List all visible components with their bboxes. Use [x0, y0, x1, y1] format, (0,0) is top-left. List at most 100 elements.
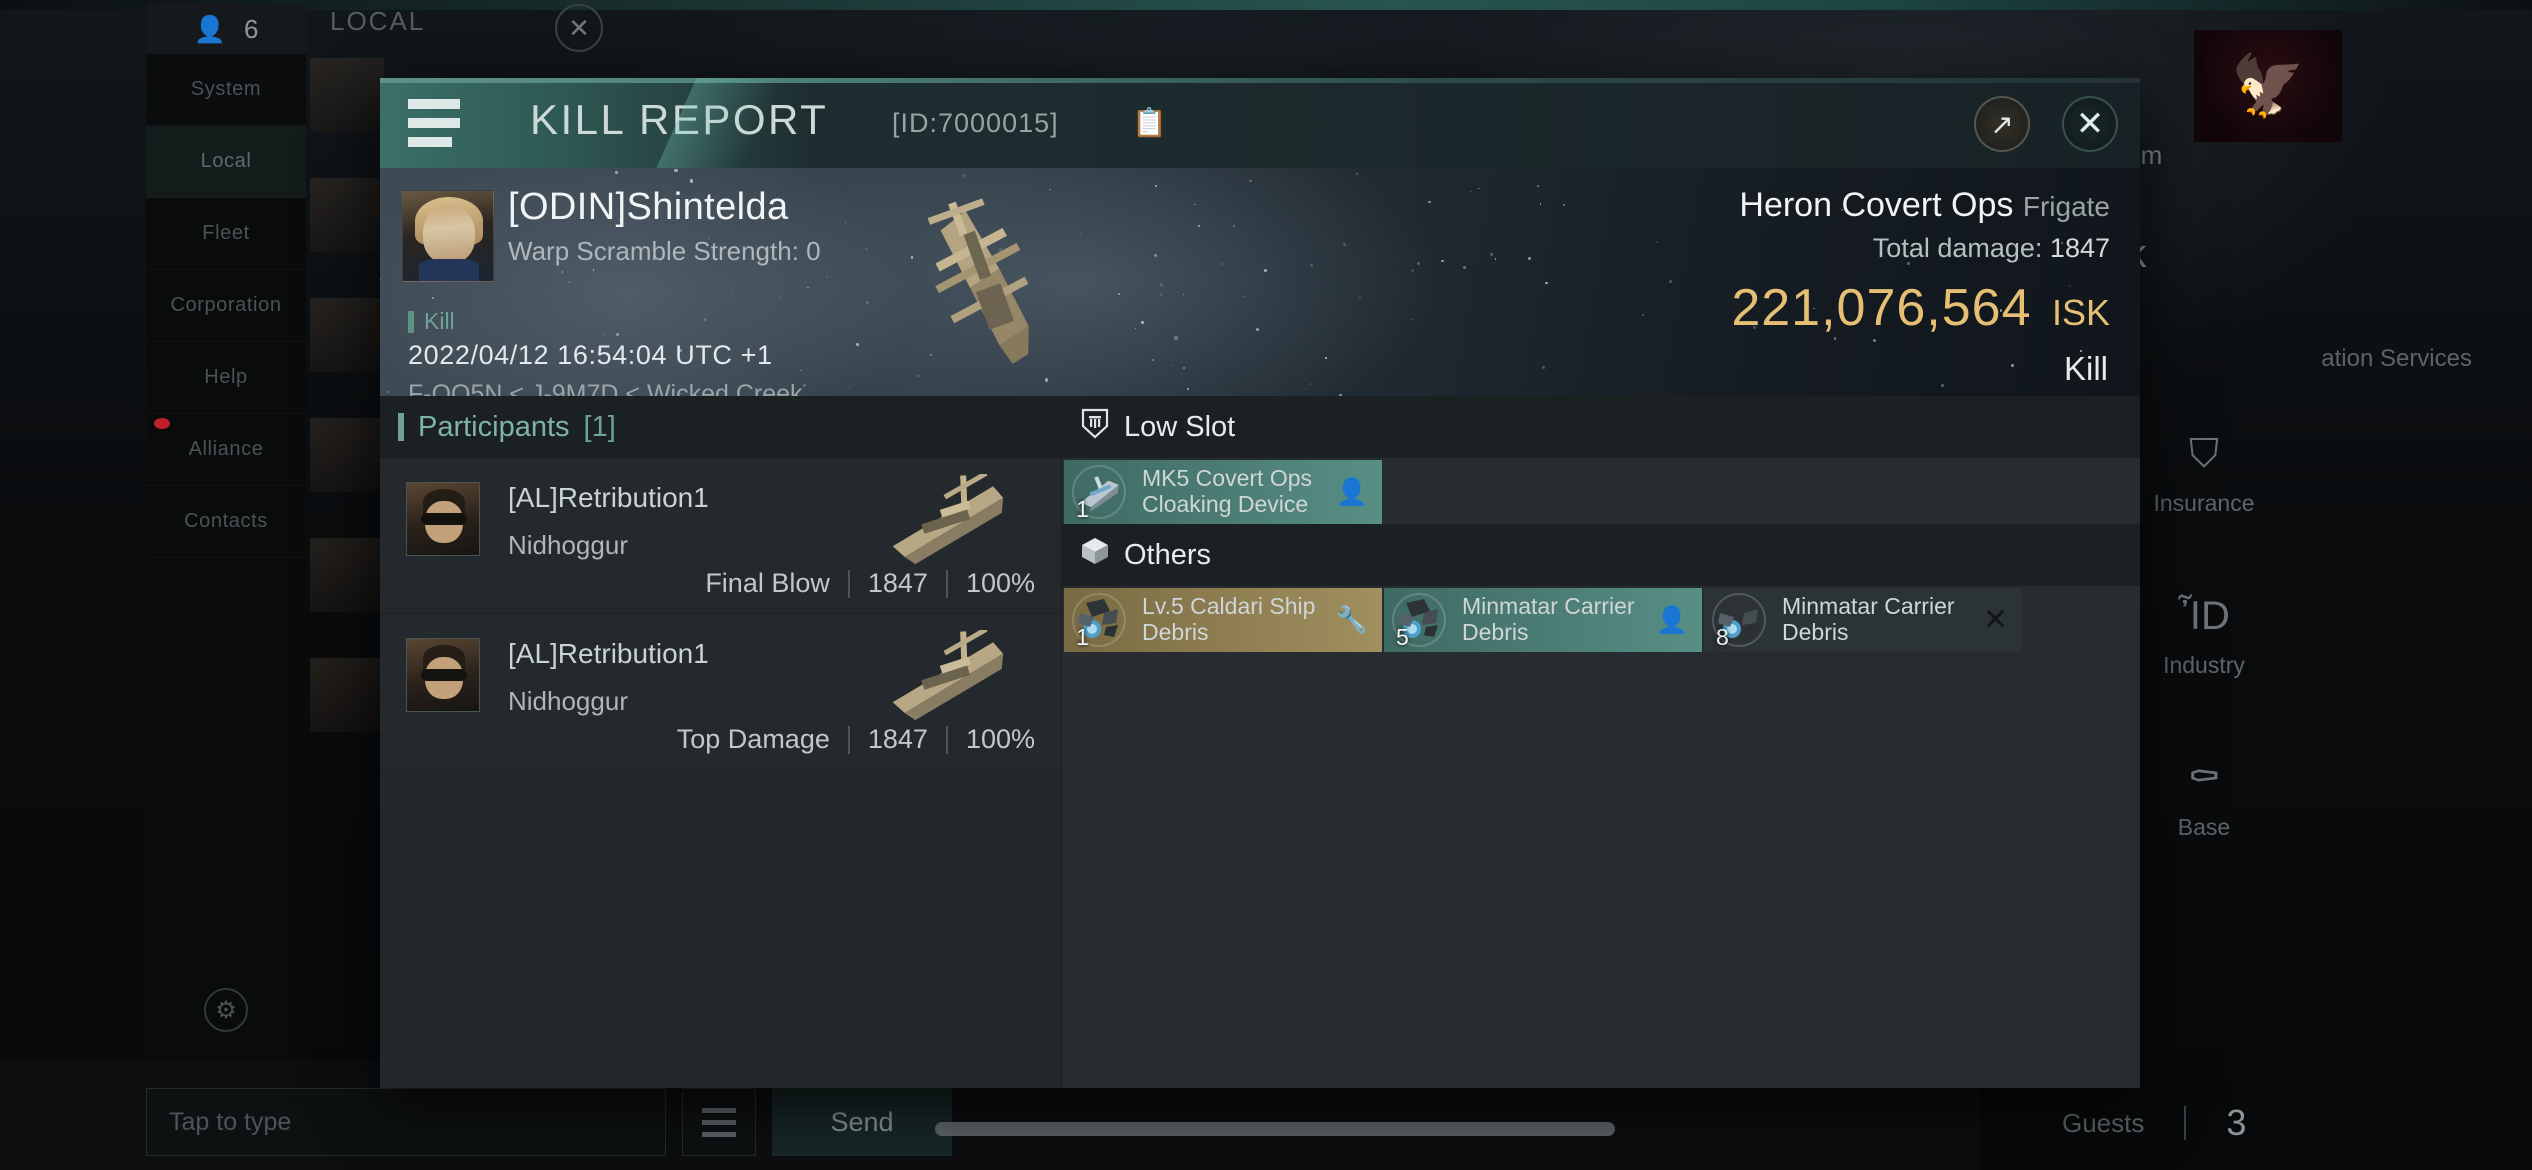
person-icon[interactable]: 👤 [1336, 477, 1368, 508]
participant-role: Final Blow [705, 568, 830, 598]
pilot-portrait-icon [406, 482, 480, 556]
participant-name: [AL]Retribution1 [508, 638, 709, 669]
person-icon[interactable]: 👤 [1656, 605, 1688, 636]
service-label: Insurance [2153, 489, 2255, 516]
star [1309, 383, 1312, 385]
kill-report-hero: [ODIN]Shintelda Warp Scramble Strength: … [380, 168, 2140, 396]
screen-root: 👤 6 LOCAL ✕ System Local Fleet Corporation H… [0, 0, 2532, 1170]
debris-icon: 5 [1390, 591, 1448, 650]
star [803, 384, 806, 387]
victim-portrait[interactable] [402, 190, 494, 282]
shield-insurance-icon: ⛉ [2188, 431, 2219, 476]
star [1174, 336, 1178, 340]
star [1153, 254, 1157, 258]
kill-result-label: Kill [2063, 350, 2108, 387]
guests-count-value: 3 [2226, 1102, 2247, 1143]
people-count-value: 6 [243, 13, 259, 44]
wrench-icon[interactable]: 🔧 [1336, 605, 1368, 636]
participant-stats: Final Blow 1847 100% [705, 568, 1035, 599]
star [1263, 269, 1267, 272]
copy-icon[interactable]: 📋 [1132, 106, 1167, 139]
item-card[interactable]: 1 MK5 Covert Ops Cloaking Device 👤 [1064, 460, 1382, 524]
star [1249, 179, 1252, 183]
divider [847, 725, 850, 754]
chat-settings-button[interactable]: ⚙ [146, 970, 306, 1050]
close-icon[interactable]: ✕ [2062, 96, 2118, 152]
kill-report-header: KILL REPORT [ID:7000015] 📋 ↗ ✕ [380, 78, 2140, 168]
chat-avatar [310, 58, 384, 132]
close-icon[interactable]: ✕ [555, 4, 603, 52]
person-icon: 👤 [193, 13, 226, 44]
star [1325, 357, 1327, 359]
debris-icon: 1 [1070, 591, 1128, 650]
star [1528, 257, 1531, 261]
participant-row[interactable]: [AL]Retribution1 Nidhoggur Top Damage 1847… [380, 614, 1061, 770]
external-link-icon[interactable]: ↗ [1974, 96, 2030, 152]
fitting-column: Low Slot 1 MK5 Covert Ops Cloaking Device… [1062, 396, 2140, 1088]
star [615, 170, 619, 174]
star [1655, 240, 1658, 244]
chat-channel-nav: System Local Fleet Corporation Help Alliance C… [146, 54, 306, 1060]
chat-avatar [310, 178, 384, 252]
chat-nav-item-help[interactable]: Help [146, 342, 306, 414]
nidhoggur-ship-icon [851, 471, 1031, 566]
star [703, 317, 707, 321]
star [1873, 339, 1877, 343]
star [800, 369, 802, 372]
participants-count: [1] [583, 410, 616, 443]
star [1470, 190, 1473, 193]
star [380, 279, 382, 281]
star [1428, 200, 1431, 204]
chat-menu-button[interactable] [682, 1088, 756, 1156]
others-section-header: Others [1062, 524, 2140, 586]
star [1412, 318, 1414, 320]
star [1539, 203, 1541, 205]
participants-label: Participants [418, 410, 570, 443]
notification-dot [154, 418, 170, 429]
kill-report-body: Participants [1] [AL]Retribution1 Nidhogg… [380, 396, 2140, 1088]
item-name: Lv.5 Caldari Ship Debris [1142, 593, 1316, 645]
chat-nav-item-alliance[interactable]: Alliance [146, 414, 306, 486]
star [674, 168, 678, 173]
star [1186, 388, 1189, 391]
chat-nav-item-fleet[interactable]: Fleet [146, 198, 306, 270]
chat-nav-item-system[interactable]: System [146, 54, 306, 126]
portrait-face [423, 205, 475, 263]
chat-nav-item-local[interactable]: Local [146, 126, 306, 198]
item-card[interactable]: 8 Minmatar Carrier Debris ✕ [1704, 588, 2022, 652]
low-slot-label: Low Slot [1124, 410, 1236, 443]
star [807, 286, 809, 289]
participant-damage: 1847 [867, 568, 928, 598]
horizontal-scrollbar[interactable] [935, 1122, 1615, 1136]
star [961, 174, 965, 178]
star [592, 269, 595, 271]
star [690, 179, 694, 183]
service-label: Industry [2163, 651, 2245, 678]
send-button[interactable]: Send [772, 1088, 952, 1156]
item-card[interactable]: 1 Lv.5 Caldari Ship Debris 🔧 [1064, 588, 1382, 652]
sunglasses [421, 669, 467, 681]
local-channel-label: LOCAL [330, 6, 426, 36]
participant-damage: 1847 [867, 724, 928, 754]
star [1339, 393, 1343, 396]
participant-percent: 100% [965, 568, 1035, 598]
star [1542, 366, 1546, 370]
hamburger-icon[interactable] [408, 96, 466, 150]
chat-nav-item-contacts[interactable]: Contacts [146, 486, 306, 558]
chat-input[interactable]: Tap to type [146, 1088, 666, 1156]
isk-value-row: 221,076,564 ISK [1731, 278, 2110, 338]
close-icon[interactable]: ✕ [1983, 603, 2008, 638]
participant-percent: 100% [965, 724, 1035, 754]
chat-avatar [310, 538, 384, 612]
corp-emblem-icon: 🦅 [2194, 30, 2342, 142]
star [676, 176, 678, 178]
participant-row[interactable]: [AL]Retribution1 Nidhoggur Final Blow 1847… [380, 458, 1061, 614]
item-card[interactable]: 5 Minmatar Carrier Debris 👤 [1384, 588, 1702, 652]
star [1141, 320, 1145, 324]
star [615, 333, 620, 337]
clone-base-icon: ⚰ [2187, 755, 2221, 800]
star [1171, 364, 1174, 367]
divider [847, 569, 850, 598]
chat-nav-item-corporation[interactable]: Corporation [146, 270, 306, 342]
item-name: Minmatar Carrier Debris [1462, 593, 1635, 645]
